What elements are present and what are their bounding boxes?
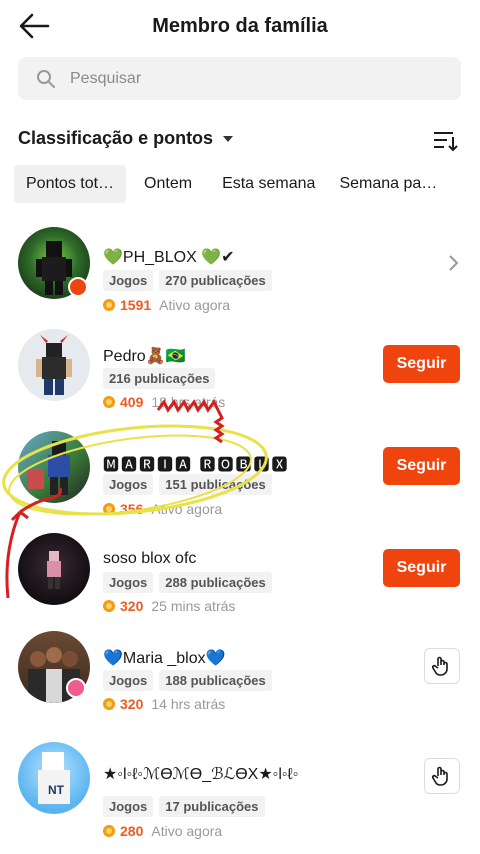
member-tags: Jogos 288 publicações (103, 572, 272, 593)
coin-icon (103, 396, 115, 408)
header: Membro da família (0, 0, 480, 56)
tag: 270 publicações (159, 270, 272, 291)
member-stats: 320 25 mins atrás (103, 598, 235, 614)
points: 280 (120, 823, 144, 839)
tag: Jogos (103, 572, 154, 593)
search-bar[interactable] (18, 57, 461, 100)
coin-icon (103, 698, 115, 710)
member-stats: 320 14 hrs atrás (103, 696, 225, 712)
member-tags: Jogos 188 publicações (103, 670, 272, 691)
period-tabs: Pontos tot… Ontem Esta semana Semana pa… (14, 165, 480, 203)
member-tags: Jogos 151 publicações (103, 474, 272, 495)
tag: Jogos (103, 670, 154, 691)
member-tags: 216 publicações (103, 368, 216, 389)
member-tags: Jogos 270 publicações (103, 270, 272, 291)
avatar-figure (36, 335, 72, 395)
points: 320 (120, 696, 144, 712)
coin-icon (103, 600, 115, 612)
svg-text:NT: NT (48, 783, 65, 797)
coin-icon (103, 825, 115, 837)
sort-dropdown[interactable]: Classificação e pontos (18, 128, 234, 149)
chevron-right-icon[interactable] (448, 254, 460, 272)
tab-last-week[interactable]: Semana pa… (327, 165, 449, 203)
flower-badge-icon (66, 678, 86, 698)
status-text: 14 hrs atrás (151, 696, 226, 712)
hand-wave-icon (431, 766, 448, 786)
points: 320 (120, 598, 144, 614)
tag: Jogos (103, 270, 154, 291)
wave-button[interactable] (424, 648, 460, 684)
avatar-figure (28, 441, 70, 495)
member-stats: 1591 Ativo agora (103, 297, 230, 313)
wave-button[interactable] (424, 758, 460, 794)
member-row[interactable]: Pedro🧸🇧🇷 216 publicações 409 18 hrs atrá… (0, 324, 480, 424)
search-input[interactable] (70, 57, 450, 100)
live-badge-icon (68, 277, 88, 297)
member-stats: 409 18 hrs atrás (103, 394, 225, 410)
avatar-figure: NT (38, 752, 70, 804)
member-name: soso blox ofc (103, 550, 197, 567)
points: 1591 (120, 297, 152, 313)
member-tags: Jogos 17 publicações (103, 796, 265, 817)
tab-total-points[interactable]: Pontos tot… (14, 165, 127, 203)
tab-this-week[interactable]: Esta semana (210, 165, 327, 203)
member-stats: 356 Ativo agora (103, 501, 222, 517)
follow-button[interactable]: Seguir (383, 345, 460, 383)
tag: Jogos (103, 796, 154, 817)
status-text: Ativo agora (151, 823, 223, 839)
sort-row: Classificação e pontos (18, 128, 461, 156)
member-row[interactable]: NT ★◦l◦ℓ◦ℳϴℳϴ_ℬℒϴX★◦l◦ℓ◦ Jogos 17 public… (0, 738, 480, 839)
avatar[interactable] (18, 431, 90, 503)
member-name: ★◦l◦ℓ◦ℳϴℳϴ_ℬℒϴX★◦l◦ℓ◦ (103, 766, 299, 783)
status-text: 25 mins atrás (151, 598, 236, 614)
member-name: 🅼🅰🆁🅸🅰 🆁🅾🅱🅻🆇 (103, 457, 290, 474)
member-row[interactable]: soso blox ofc Jogos 288 publicações 320 … (0, 528, 480, 628)
member-name: Pedro🧸🇧🇷 (103, 348, 186, 365)
page-title: Membro da família (152, 15, 328, 37)
avatar[interactable]: NT (18, 742, 90, 814)
avatar[interactable] (18, 533, 90, 605)
search-icon (37, 70, 55, 88)
tag: 17 publicações (159, 796, 265, 817)
tag: 216 publicações (103, 368, 216, 389)
member-stats: 280 Ativo agora (103, 823, 222, 839)
tag: 288 publicações (159, 572, 272, 593)
caret-down-icon (223, 135, 234, 142)
coin-icon (103, 299, 115, 311)
avatar-figure (47, 551, 61, 589)
points: 356 (120, 501, 144, 517)
avatar[interactable] (18, 329, 90, 401)
tag: 188 publicações (159, 670, 272, 691)
status-text: Ativo agora (151, 501, 223, 517)
sort-list-icon[interactable] (433, 130, 459, 152)
member-name: 💚PH_BLOX 💚✔ (103, 249, 235, 266)
member-row[interactable]: 💙Maria _blox💙 Jogos 188 publicações 320 … (0, 628, 480, 728)
coin-icon (103, 503, 115, 515)
member-name: 💙Maria _blox💙 (103, 650, 226, 667)
status-text: Ativo agora (159, 297, 230, 313)
points: 409 (120, 394, 144, 410)
tag: 151 publicações (159, 474, 272, 495)
sort-label: Classificação e pontos (18, 128, 214, 148)
member-row[interactable]: 💚PH_BLOX 💚✔ Jogos 270 publicações 1591 A… (0, 222, 480, 322)
tag: Jogos (103, 474, 154, 495)
status-text: 18 hrs atrás (151, 394, 226, 410)
tab-yesterday[interactable]: Ontem (132, 165, 204, 203)
hand-wave-icon (431, 656, 448, 676)
follow-button[interactable]: Seguir (383, 549, 460, 587)
member-row[interactable]: 🅼🅰🆁🅸🅰 🆁🅾🅱🅻🆇 Jogos 151 publicações 356 At… (0, 426, 480, 526)
follow-button[interactable]: Seguir (383, 447, 460, 485)
